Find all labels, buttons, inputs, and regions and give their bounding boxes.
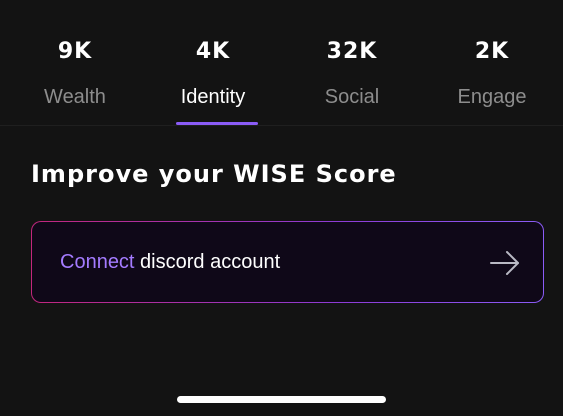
connect-discord-card[interactable]: Connect discord account [31,221,544,303]
tab-value: 9K [57,39,93,64]
tab-value: 32K [326,39,378,64]
tab-value: 2K [474,39,510,64]
card-body: Connect discord account [32,222,543,302]
tab-wealth[interactable]: 9K Wealth [5,0,145,126]
discord-account-label: discord account [134,251,281,273]
section-title: Improve your WISE Score [31,160,397,188]
arrow-right-icon[interactable] [489,250,521,276]
active-tab-indicator [176,122,258,125]
tab-value: 4K [195,39,231,64]
tab-label: Social [324,86,380,108]
tab-label: Wealth [44,86,106,108]
score-tabs: 9K Wealth 4K Identity 32K Social 2K Enga… [0,0,563,126]
tab-identity[interactable]: 4K Identity [143,0,283,126]
tab-label: Engage [457,86,527,108]
card-text: Connect discord account [60,250,280,274]
home-indicator [177,396,386,403]
connect-label: Connect [60,251,135,273]
tab-engage[interactable]: 2K Engage [422,0,562,126]
tab-label: Identity [180,86,246,108]
tab-social[interactable]: 32K Social [282,0,422,126]
